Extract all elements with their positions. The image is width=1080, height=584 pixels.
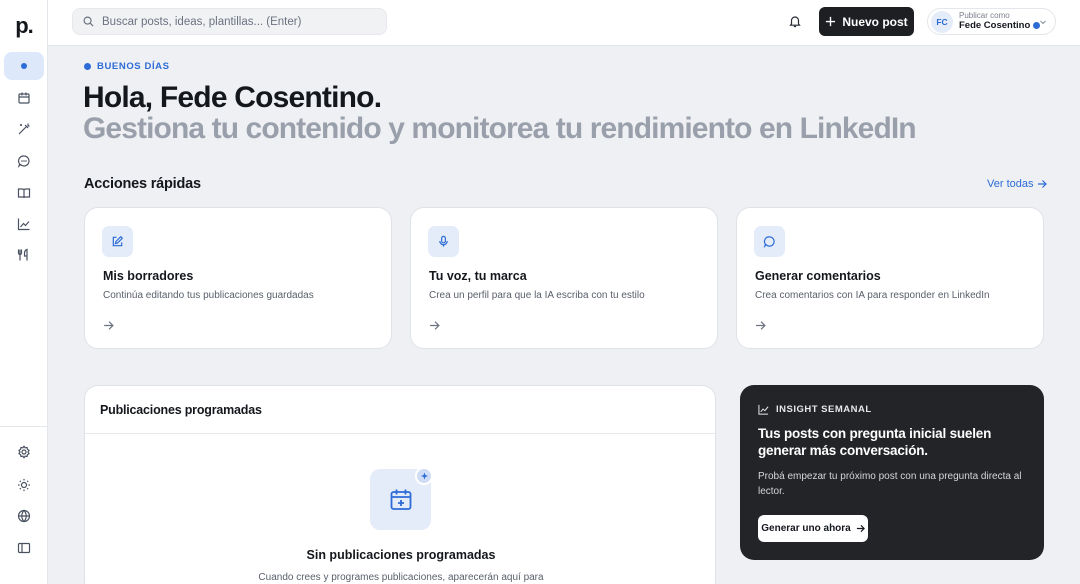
new-post-button[interactable]: Nuevo post (819, 7, 914, 36)
generate-now-button[interactable]: Generar uno ahora (758, 515, 868, 542)
sidebar-item-collapse[interactable] (4, 534, 44, 562)
search-input[interactable] (102, 15, 372, 28)
home-dot-icon (21, 63, 27, 69)
book-icon (17, 188, 31, 199)
sparkle-icon (415, 467, 433, 485)
search-bar[interactable] (72, 8, 387, 35)
sidebar-item-settings[interactable] (4, 438, 44, 466)
arrow-right-icon (856, 524, 865, 533)
card-title: Mis borradores (103, 269, 194, 283)
empty-state-description: Cuando crees y programes publicaciones, … (258, 572, 544, 583)
chevron-down-icon (1040, 20, 1046, 25)
quick-action-comments[interactable]: Generar comentarios Crea comentarios con… (736, 207, 1044, 349)
arrow-right-icon (1038, 180, 1048, 188)
card-description: Crea comentarios con IA para responder e… (755, 290, 990, 301)
insight-title: Tus posts con pregunta inicial suelen ge… (758, 426, 992, 458)
sidebar-divider (0, 426, 48, 427)
topbar: Nuevo post FC Publicar como Fede Cosenti… (48, 0, 1080, 46)
sidebar: p. (0, 0, 48, 584)
see-all-link[interactable]: Ver todas (987, 178, 1048, 190)
account-name-row: Fede Cosentino (959, 19, 1041, 31)
sidebar-item-ai[interactable] (4, 115, 44, 143)
sidebar-item-calendar[interactable] (4, 84, 44, 112)
status-dot-icon (84, 63, 91, 70)
arrow-right-icon (430, 321, 440, 330)
sidebar-item-messages[interactable] (4, 147, 44, 175)
trend-chart-icon (758, 404, 769, 415)
globe-icon (17, 509, 31, 523)
empty-state-title: Sin publicaciones programadas (306, 548, 496, 562)
sidebar-item-library[interactable] (4, 179, 44, 207)
sidebar-toggle-icon (17, 542, 31, 554)
card-icon-box (102, 226, 133, 257)
sidebar-item-theme[interactable] (4, 471, 44, 499)
insight-description: Probá empezar tu próximo post con una pr… (758, 471, 1022, 497)
card-title: Generar comentarios (755, 269, 881, 283)
comment-icon (763, 236, 775, 248)
insight-tag: INSIGHT SEMANAL (758, 404, 872, 415)
bell-icon (789, 16, 801, 28)
utensils-icon (17, 248, 28, 261)
see-all-label: Ver todas (987, 178, 1034, 190)
microphone-icon (439, 235, 448, 247)
account-name: Fede Cosentino (959, 19, 1031, 31)
arrow-right-icon (756, 321, 766, 330)
avatar: FC (931, 10, 953, 33)
quick-action-voice[interactable]: Tu voz, tu marca Crea un perfil para que… (410, 207, 718, 349)
gear-icon (18, 445, 30, 459)
scheduled-posts-panel: Publicaciones programadas Sin publicacio… (84, 385, 716, 584)
greeting-eyebrow: BUENOS DÍAS (84, 61, 170, 72)
new-post-label: Nuevo post (842, 14, 908, 29)
card-title: Tu voz, tu marca (429, 269, 527, 283)
account-info: Publicar como Fede Cosentino (959, 11, 1041, 31)
app-logo[interactable]: p. (0, 8, 48, 44)
calendar-icon (18, 92, 30, 104)
quick-action-drafts[interactable]: Mis borradores Continúa editando tus pub… (84, 207, 392, 349)
greeting-label: BUENOS DÍAS (97, 61, 170, 72)
generate-now-label: Generar uno ahora (761, 523, 851, 534)
card-icon-box (754, 226, 785, 257)
plus-icon (826, 16, 836, 27)
chat-icon (17, 155, 30, 168)
notifications-button[interactable] (786, 12, 804, 30)
sidebar-item-language[interactable] (4, 502, 44, 530)
chart-line-icon (17, 218, 30, 231)
card-description: Continúa editando tus publicaciones guar… (103, 290, 314, 301)
account-switcher[interactable]: FC Publicar como Fede Cosentino (927, 8, 1056, 35)
card-icon-box (428, 226, 459, 257)
calendar-plus-icon (390, 489, 411, 510)
weekly-insight-card: INSIGHT SEMANAL Tus posts con pregunta i… (740, 385, 1044, 560)
sidebar-item-recipes[interactable] (4, 241, 44, 269)
edit-icon (112, 235, 124, 247)
scheduled-posts-title: Publicaciones programadas (85, 386, 715, 434)
sidebar-item-analytics[interactable] (4, 210, 44, 238)
magic-wand-icon (18, 123, 30, 135)
quick-actions-title: Acciones rápidas (84, 176, 201, 192)
page-subtitle: Gestiona tu contenido y monitorea tu ren… (83, 112, 917, 145)
insight-tag-label: INSIGHT SEMANAL (776, 404, 872, 415)
card-description: Crea un perfil para que la IA escriba co… (429, 290, 645, 301)
arrow-right-icon (104, 321, 114, 330)
page-title: Hola, Fede Cosentino. (83, 81, 382, 114)
sun-icon (18, 479, 30, 491)
search-icon (83, 16, 94, 27)
sidebar-item-home[interactable] (4, 52, 44, 80)
